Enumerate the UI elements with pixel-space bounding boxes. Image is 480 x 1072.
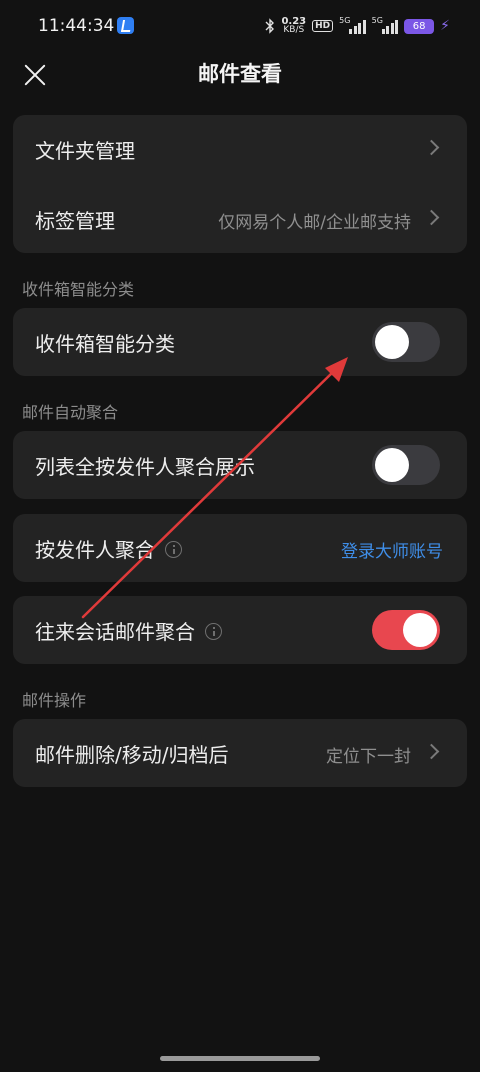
settings-card-folders: 文件夹管理 标签管理 仅网易个人邮/企业邮支持	[13, 115, 467, 253]
settings-card-list-sender: 列表全按发件人聚合展示	[13, 431, 467, 499]
signal-type-2: 5G	[371, 16, 383, 25]
folder-management-label: 文件夹管理	[35, 139, 135, 163]
settings-card-sender-group: 按发件人聚合 登录大师账号	[13, 514, 467, 582]
signal-icon: 5G	[339, 16, 366, 34]
tag-management-row[interactable]: 标签管理 仅网易个人邮/企业邮支持	[13, 185, 467, 253]
signal-icon-2: 5G	[371, 16, 399, 34]
list-by-sender-toggle[interactable]	[372, 445, 440, 485]
section-title-ops: 邮件操作	[22, 691, 87, 710]
tag-management-value: 仅网易个人邮/企业邮支持	[218, 213, 411, 233]
conversation-toggle[interactable]	[372, 610, 440, 650]
toggle-knob	[375, 325, 409, 359]
after-delete-value: 定位下一封	[326, 747, 411, 767]
toggle-knob	[375, 448, 409, 482]
list-by-sender-label: 列表全按发件人聚合展示	[35, 455, 255, 479]
list-by-sender-row: 列表全按发件人聚合展示	[13, 431, 467, 499]
bluetooth-icon	[265, 18, 275, 34]
group-by-sender-row: 按发件人聚合 登录大师账号	[13, 514, 467, 582]
info-icon[interactable]	[205, 623, 222, 640]
toggle-knob	[403, 613, 437, 647]
conversation-row: 往来会话邮件聚合	[13, 596, 467, 664]
page-header: 邮件查看	[0, 56, 480, 104]
home-indicator[interactable]	[160, 1056, 320, 1061]
battery-icon: 68	[404, 18, 435, 34]
signal-type: 5G	[339, 16, 351, 25]
status-bar: 11:44:34 0.23 KB/S HD 5G 5G 68 ⚡	[0, 0, 480, 56]
charging-icon: ⚡	[440, 18, 450, 34]
status-time: 11:44:34	[38, 16, 115, 36]
inbox-smart-toggle[interactable]	[372, 322, 440, 362]
after-delete-label: 邮件删除/移动/归档后	[35, 743, 229, 767]
folder-management-row[interactable]: 文件夹管理	[13, 115, 467, 183]
status-icons: 0.23 KB/S HD 5G 5G 68 ⚡	[265, 14, 450, 38]
chevron-right-icon	[423, 209, 440, 226]
after-delete-row[interactable]: 邮件删除/移动/归档后 定位下一封	[13, 719, 467, 787]
conversation-label: 往来会话邮件聚合	[35, 620, 195, 644]
page-title: 邮件查看	[198, 62, 282, 86]
section-title-group: 邮件自动聚合	[22, 403, 119, 422]
info-icon[interactable]	[165, 541, 182, 558]
inbox-smart-label: 收件箱智能分类	[35, 332, 175, 356]
network-speed: 0.23 KB/S	[281, 17, 306, 35]
section-title-inbox: 收件箱智能分类	[22, 280, 135, 299]
settings-card-ops: 邮件删除/移动/归档后 定位下一封	[13, 719, 467, 787]
settings-card-conversation: 往来会话邮件聚合	[13, 596, 467, 664]
group-by-sender-label-wrap: 按发件人聚合	[35, 534, 182, 563]
tag-management-label: 标签管理	[35, 209, 115, 233]
login-master-link[interactable]: 登录大师账号	[341, 537, 443, 562]
inbox-smart-row: 收件箱智能分类	[13, 308, 467, 376]
chevron-right-icon	[423, 139, 440, 156]
settings-card-inbox: 收件箱智能分类	[13, 308, 467, 376]
group-by-sender-label: 按发件人聚合	[35, 538, 155, 562]
hd-icon: HD	[312, 20, 334, 32]
chevron-right-icon	[423, 743, 440, 760]
network-speed-unit: KB/S	[283, 25, 305, 35]
conversation-label-wrap: 往来会话邮件聚合	[35, 616, 222, 645]
app-notification-icon	[117, 17, 134, 34]
